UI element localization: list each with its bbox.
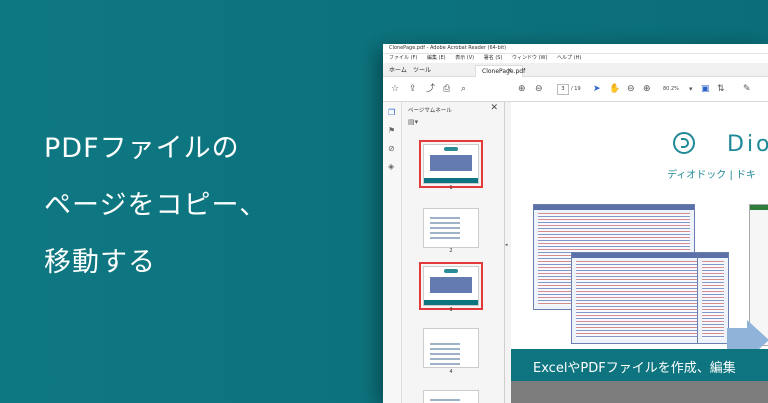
screenshot-editor-3	[571, 252, 703, 344]
left-tool-rail: ❐ ⚑ ⊘ ◈	[383, 102, 402, 403]
tab-tools[interactable]: ツール	[413, 65, 431, 76]
menu-window[interactable]: ウィンドウ (W)	[512, 55, 547, 61]
tab-document[interactable]: ClonePage.pdf	[475, 65, 525, 77]
upload-icon[interactable]: ⇪	[409, 83, 417, 95]
layers-icon[interactable]: ◈	[388, 162, 394, 171]
page-total: / 19	[571, 86, 581, 92]
thumbnail-text	[430, 399, 460, 403]
down-icon[interactable]: ⊖	[535, 83, 543, 95]
tab-close-button[interactable]: ×	[507, 65, 512, 76]
thumbnail-caption-bar	[424, 300, 478, 305]
thumbnail-logo	[444, 269, 458, 273]
brand-tagline: ディオドック | ドキ	[667, 170, 757, 181]
search-icon[interactable]: ⌕	[461, 83, 466, 95]
comment-icon[interactable]: ✎	[743, 83, 751, 95]
share-icon[interactable]: ⤴	[426, 83, 435, 95]
page-thumbnails-icon[interactable]: ❐	[388, 108, 395, 117]
caption-text: ExcelやPDFファイルを作成、編集	[533, 361, 736, 376]
panel-resize-handle[interactable]: ◂	[505, 242, 508, 248]
zoom-level[interactable]: 80.2%	[663, 85, 679, 93]
up-icon[interactable]: ⊕	[518, 83, 526, 95]
acrobat-window: ClonePage.pdf - Adobe Acrobat Reader (64…	[383, 44, 768, 403]
bookmark-icon[interactable]: ⚑	[388, 126, 395, 135]
document-view[interactable]: DioD ディオドック | ドキ	[511, 102, 768, 403]
fit-page-icon[interactable]: ▣	[701, 83, 710, 95]
screenshot-editor-4	[697, 252, 729, 344]
menu-bar: ファイル (F) 編集 (E) 表示 (V) 署名 (S) ウィンドウ (W) …	[383, 54, 768, 63]
page-number-3: 3	[449, 307, 453, 313]
print-icon[interactable]: ⎙	[443, 83, 450, 95]
thumbnail-page-3[interactable]	[419, 262, 483, 310]
brand-name: DioD	[727, 132, 768, 157]
panel-title: ページサムネール	[408, 108, 452, 114]
menu-file[interactable]: ファイル (F)	[389, 55, 417, 61]
thumbnail-caption-bar	[424, 178, 478, 183]
tab-bar: ホーム ツール ClonePage.pdf ×	[383, 63, 768, 77]
attachment-icon[interactable]: ⊘	[388, 144, 395, 153]
menu-view[interactable]: 表示 (V)	[455, 55, 474, 61]
thumbnail-page-2[interactable]	[423, 208, 479, 248]
headline-line-1: PDFファイルの	[44, 133, 240, 164]
thumbnail-page-5[interactable]	[423, 390, 479, 403]
page-number-2: 2	[449, 248, 453, 254]
tab-home[interactable]: ホーム	[389, 65, 407, 76]
headline-line-2: ページをコピー、	[44, 190, 268, 221]
menu-edit[interactable]: 編集 (E)	[427, 55, 446, 61]
thumbnail-logo	[444, 147, 458, 151]
thumbnail-page-1[interactable]	[419, 140, 483, 188]
scroll-mode-icon[interactable]: ⇅	[717, 83, 725, 95]
thumbnail-text	[430, 343, 460, 365]
page-number-4: 4	[449, 369, 453, 375]
toolbar: ☆ ⇪ ⤴ ⎙ ⌕ ⊕ ⊖ 3 / 19 ➤ ✋ ⊖ ⊕ 80.2% ▾ ▣ ⇅…	[383, 77, 768, 102]
hand-icon[interactable]: ✋	[609, 83, 620, 95]
zoom-out-icon[interactable]: ⊖	[627, 83, 635, 95]
headline: PDFファイルの ページをコピー、 移動する	[44, 120, 267, 291]
page-number-input[interactable]: 3	[557, 84, 569, 95]
thumbnail-image	[430, 155, 472, 171]
thumbnail-image	[430, 277, 472, 293]
document-page: DioD ディオドック | ドキ	[511, 102, 768, 403]
panel-close-button[interactable]: ✕	[490, 103, 498, 113]
star-icon[interactable]: ☆	[391, 83, 399, 95]
thumbnail-text	[430, 217, 460, 239]
headline-line-3: 移動する	[44, 247, 156, 278]
brand-logo-icon	[673, 132, 695, 154]
zoom-in-icon[interactable]: ⊕	[643, 83, 651, 95]
menu-help[interactable]: ヘルプ (H)	[557, 55, 581, 61]
page-number-1: 1	[449, 185, 453, 191]
thumbnail-options-icon[interactable]: ▤▾	[408, 118, 418, 126]
window-title: ClonePage.pdf - Adobe Acrobat Reader (64…	[383, 44, 768, 54]
workspace: ❐ ⚑ ⊘ ◈ ページサムネール ✕ ▤▾ 1 2 3 4 ◂ Dio ディオド…	[383, 102, 768, 403]
pointer-icon[interactable]: ➤	[593, 83, 601, 95]
page-gap	[511, 381, 768, 403]
chevron-down-icon[interactable]: ▾	[689, 83, 693, 95]
thumbnail-page-4[interactable]	[423, 328, 479, 368]
menu-sign[interactable]: 署名 (S)	[484, 55, 503, 61]
